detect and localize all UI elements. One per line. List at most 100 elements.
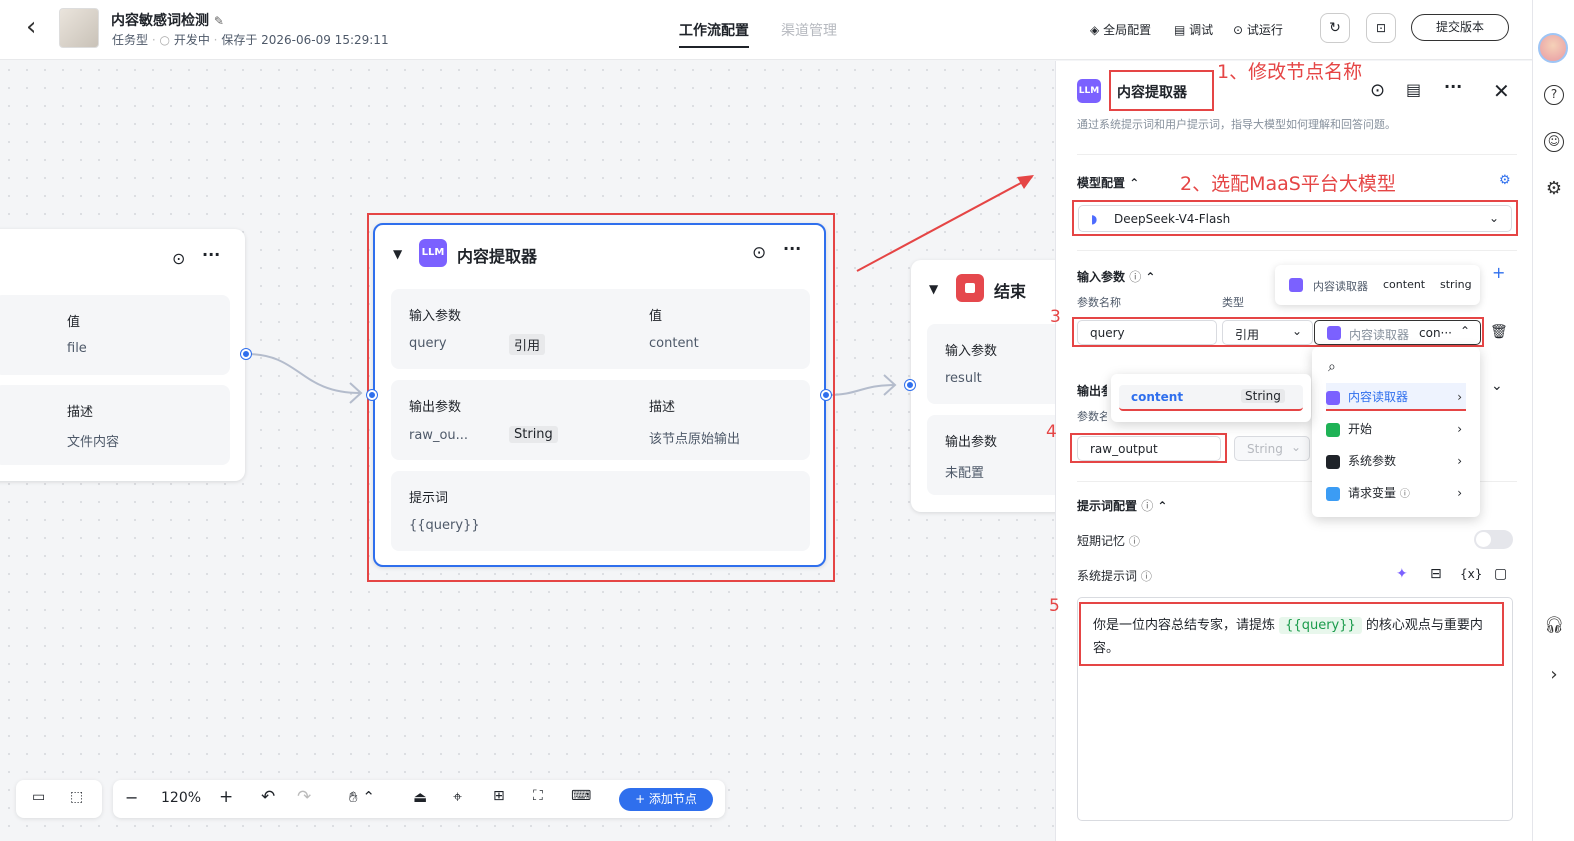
node-name-input[interactable]: 内容提取器: [1117, 82, 1187, 102]
more-icon[interactable]: ···: [1444, 77, 1462, 96]
input-params-label[interactable]: 输入参数 ⓘ ⌃: [1077, 268, 1155, 285]
output-type-select[interactable]: String ⌄: [1234, 436, 1310, 461]
help-icon[interactable]: ?: [1544, 85, 1564, 105]
system-prompt-label: 系统提示词 ⓘ: [1077, 569, 1152, 583]
llm-output-port[interactable]: [821, 390, 831, 400]
settings-icon[interactable]: ⚙: [1499, 173, 1511, 188]
model-select[interactable]: ◗ DeepSeek-V4-Flash ⌄: [1078, 205, 1512, 232]
variable-icon[interactable]: {x}: [1460, 567, 1482, 581]
dropdown-item-start[interactable]: 开始 ›: [1326, 415, 1466, 443]
top-bar: ‹ 内容敏感词检测 ✎ 任务型 · ○ 开发中 · 保存于 2026-06-09…: [0, 0, 1532, 60]
save-icon[interactable]: ▢: [1494, 566, 1507, 582]
end-node[interactable]: ▼ 结束 输入参数 result 输出参数 未配置: [911, 260, 1071, 512]
search-icon[interactable]: ⌕: [1328, 359, 1336, 375]
add-node-button[interactable]: + 添加节点: [619, 788, 713, 811]
app-title[interactable]: 内容敏感词检测 ✎: [111, 10, 224, 30]
chevron-right-icon[interactable]: ›: [1544, 666, 1564, 686]
minimap-icon[interactable]: ▭: [32, 789, 45, 805]
check-icon[interactable]: ⊡: [1366, 13, 1396, 43]
end-input-port[interactable]: [905, 380, 915, 390]
llm-node[interactable]: ▼ LLM 内容提取器 ⊙ ··· 输入参数 值 query 引用 conten…: [373, 223, 826, 567]
variable-dropdown: ⌕ 内容读取器 › 开始 › 系统参数 › 请求变量 ⓘ ›: [1312, 347, 1480, 517]
global-config-button[interactable]: ◈ 全局配置: [1090, 21, 1151, 38]
llm-input-port[interactable]: [367, 390, 377, 400]
end-input-section: 输入参数 result: [927, 324, 1071, 404]
play-icon[interactable]: ⊙: [172, 249, 185, 268]
output-params-label[interactable]: 输出参: [1077, 382, 1107, 399]
smile-icon[interactable]: ☺: [1544, 132, 1564, 152]
memory-toggle[interactable]: [1474, 530, 1513, 549]
chevron-down-icon[interactable]: ⌄: [1491, 378, 1503, 394]
zoom-in-button[interactable]: +: [219, 787, 233, 807]
output-name-input[interactable]: raw_output: [1077, 436, 1221, 461]
col-name-header: 参数名称: [1077, 296, 1121, 309]
model-config-label[interactable]: 模型配置 ⌃: [1077, 174, 1139, 191]
hand-icon[interactable]: ✋︎ ⌃: [349, 788, 375, 806]
stop-badge-icon: [956, 274, 984, 302]
layers-icon: ◈: [1090, 23, 1100, 37]
param-name-input[interactable]: query: [1077, 320, 1217, 345]
llm-badge-icon: LLM: [419, 239, 447, 267]
help-icon: ⓘ: [1141, 499, 1154, 513]
submenu-item-content[interactable]: content String: [1119, 385, 1303, 411]
workflow-canvas[interactable]: ⊙ ··· 值 file 描述 文件内容 ▼ LLM 内容提取器 ⊙ ··· 输…: [0, 61, 1071, 841]
start-desc-section: 描述 文件内容: [0, 385, 230, 465]
start-output-port[interactable]: [241, 349, 251, 359]
trial-run-button[interactable]: ⊙ 试运行: [1233, 21, 1283, 38]
debug-button[interactable]: ▤ 调试: [1174, 21, 1213, 38]
dropdown-item-request[interactable]: 请求变量 ⓘ ›: [1326, 479, 1466, 507]
input-label: 输入参数: [945, 344, 998, 359]
output-label: 输出参数: [945, 435, 998, 450]
start-node[interactable]: ⊙ ··· 值 file 描述 文件内容: [0, 229, 245, 481]
delete-icon[interactable]: 🗑︎: [1490, 324, 1508, 340]
value-text: file: [67, 341, 87, 356]
back-icon[interactable]: ‹: [26, 14, 36, 40]
canvas-toolbar: − 120% + ↶ ↷ ✋︎ ⌃ ⏏ ⌖ ⊞ ⛶ ⌨ + 添加节点: [113, 780, 725, 818]
value-header: 值: [649, 309, 663, 324]
tab-workflow[interactable]: 工作流配置: [679, 20, 749, 48]
param-type-select[interactable]: 引用 ⌄: [1222, 320, 1313, 345]
node-title: 内容提取器: [457, 247, 538, 266]
select-icon[interactable]: ⬚: [70, 789, 83, 805]
collapse-icon[interactable]: ▼: [393, 247, 402, 261]
locate-icon[interactable]: ⌖: [453, 787, 462, 807]
zoom-out-button[interactable]: −: [125, 788, 138, 807]
add-param-icon[interactable]: +: [1492, 263, 1505, 282]
ai-sparkle-icon[interactable]: ✦: [1396, 566, 1408, 582]
notes-icon[interactable]: ▤: [1406, 80, 1421, 99]
collapse-icon[interactable]: ▼: [929, 282, 938, 296]
tab-channel[interactable]: 渠道管理: [781, 20, 837, 40]
system-prompt-text[interactable]: 你是一位内容总结专家，请提炼 {{query}} 的核心观点与重要内容。: [1093, 614, 1503, 660]
redo-icon[interactable]: ↷: [297, 787, 311, 807]
gear-icon[interactable]: ⚙: [1544, 180, 1564, 200]
submit-version-button[interactable]: 提交版本: [1411, 14, 1509, 41]
help-icon: ⓘ: [1140, 570, 1152, 583]
keyboard-icon[interactable]: ⌨: [571, 788, 591, 804]
fit-icon[interactable]: ⛶: [533, 788, 543, 804]
param-type-tag: String: [509, 426, 558, 443]
headset-icon[interactable]: 🎧︎: [1544, 616, 1564, 636]
value-header: 值: [67, 315, 81, 330]
param-ref-select[interactable]: 内容读取器 con··· ⌃: [1314, 320, 1481, 345]
annotation-5: 5: [1049, 596, 1060, 616]
dropdown-item-content-reader[interactable]: 内容读取器 ›: [1326, 383, 1466, 411]
avatar[interactable]: [1538, 33, 1568, 63]
prompt-text: {{query}}: [409, 518, 480, 533]
more-icon[interactable]: ···: [783, 239, 801, 258]
zoom-level[interactable]: 120%: [161, 790, 201, 806]
dropdown-item-system[interactable]: 系统参数 ›: [1326, 447, 1466, 475]
chevron-down-icon: ⌄: [1488, 211, 1499, 225]
undo-icon[interactable]: ↶: [261, 787, 275, 807]
history-icon[interactable]: ↻: [1320, 13, 1350, 43]
app-meta: 任务型 · ○ 开发中 · 保存于 2026-06-09 15:29:11: [112, 33, 389, 47]
close-icon[interactable]: ✕: [1493, 79, 1510, 103]
layout-icon[interactable]: ⏏: [413, 788, 427, 806]
play-icon[interactable]: ⊙: [752, 243, 766, 263]
prompt-config-label[interactable]: 提示词配置 ⓘ ⌃: [1077, 497, 1167, 514]
grid-icon[interactable]: ⊞: [493, 788, 505, 804]
run-icon[interactable]: ⊙: [1370, 80, 1385, 101]
template-icon[interactable]: ⊟: [1430, 566, 1442, 582]
more-icon[interactable]: ···: [202, 245, 220, 264]
doc-icon: ▤: [1174, 23, 1186, 37]
desc-text: 文件内容: [67, 435, 120, 450]
